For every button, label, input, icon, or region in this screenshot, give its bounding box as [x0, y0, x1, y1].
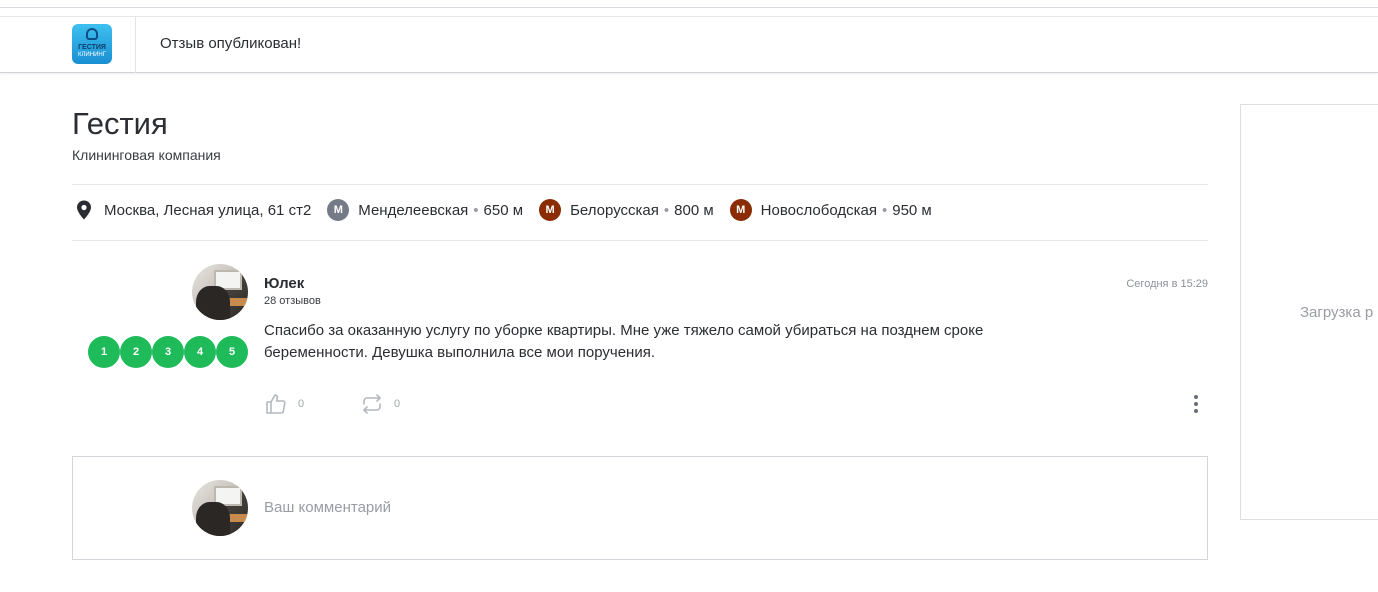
rating-badge: 2 [120, 336, 152, 368]
rating-scores: 1 2 3 4 5 [88, 336, 248, 368]
repost-button[interactable]: 0 [360, 392, 400, 416]
metro-station-name: Новослободская [760, 201, 877, 219]
metro-station: M Менделеевская • 650 м [327, 199, 523, 221]
rating-badge: 4 [184, 336, 216, 368]
like-button[interactable]: 0 [264, 392, 304, 416]
logo-text-bottom: КЛИНИНГ [78, 52, 106, 58]
address[interactable]: Москва, Лесная улица, 61 ст2 [104, 202, 311, 219]
header-divider [135, 17, 136, 73]
rating-badge: 1 [88, 336, 120, 368]
separator-dot: • [663, 201, 670, 219]
notification-bar: ГЕСТИЯ КЛИНИНГ Отзыв опубликован! [0, 16, 1378, 73]
metro-station: M Новослободская • 950 м [729, 199, 932, 221]
repost-icon [363, 394, 381, 414]
metro-icon: M [729, 199, 752, 221]
review-text: Спасибо за оказанную услугу по уборке кв… [264, 322, 984, 361]
thumbs-up-icon [266, 394, 286, 414]
review-author[interactable]: Юлек [264, 275, 304, 292]
review-date: Сегодня в 15:29 [1126, 278, 1208, 290]
metro-distance: 950 м [892, 201, 932, 219]
company-title: Гестия [72, 106, 168, 141]
like-count: 0 [298, 398, 305, 410]
divider [72, 184, 1208, 185]
author-reviews-count[interactable]: 28 отзывов [264, 295, 321, 307]
comment-input[interactable]: Ваш комментарий [264, 499, 391, 516]
separator-dot: • [881, 201, 888, 219]
metro-icon: M [539, 199, 562, 221]
repost-count: 0 [394, 398, 401, 410]
logo-text-top: ГЕСТИЯ [78, 44, 106, 51]
rating-badge: 3 [152, 336, 184, 368]
author-avatar[interactable] [192, 264, 248, 320]
loading-text: Загрузка р [1300, 304, 1374, 321]
side-panel: Загрузка р [1240, 104, 1378, 520]
rating-badge: 5 [216, 336, 248, 368]
notification-message: Отзыв опубликован! [160, 35, 302, 52]
metro-distance: 650 м [483, 201, 524, 219]
metro-station-name: Менделеевская [358, 201, 469, 219]
company-logo[interactable]: ГЕСТИЯ КЛИНИНГ [72, 24, 112, 64]
house-icon [86, 28, 98, 40]
metro-icon: M [327, 199, 350, 221]
more-options-icon[interactable] [1186, 392, 1206, 416]
map-pin-icon [77, 200, 91, 220]
metro-station-name: Белорусская [570, 201, 659, 219]
separator-dot: • [473, 201, 479, 219]
top-border [0, 0, 1378, 8]
divider [72, 240, 1208, 241]
metro-distance: 800 м [674, 201, 714, 219]
metro-station: M Белорусская • 800 м [539, 199, 714, 221]
location-row: Москва, Лесная улица, 61 ст2 M Менделеев… [72, 198, 932, 222]
current-user-avatar [192, 480, 248, 536]
company-subtitle: Клининговая компания [72, 147, 221, 163]
